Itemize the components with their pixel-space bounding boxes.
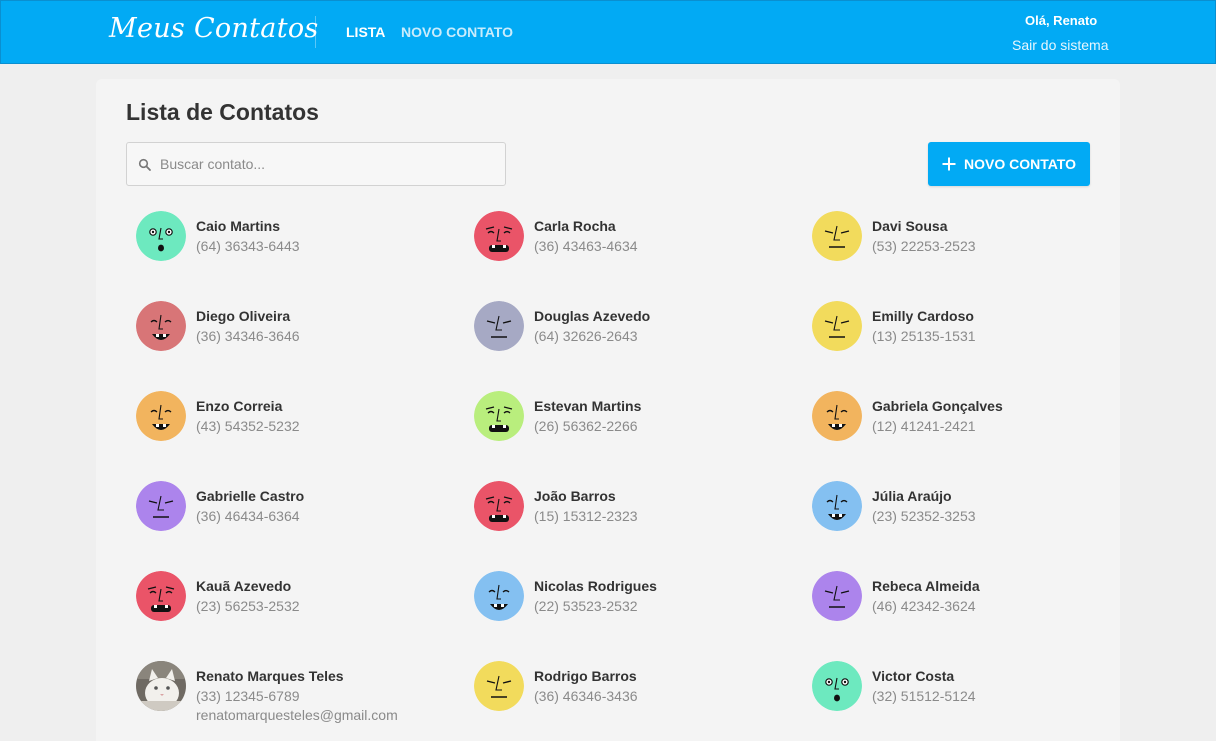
- new-contact-button[interactable]: NOVO CONTATO: [928, 142, 1090, 186]
- contact-card[interactable]: Enzo Correia (43) 54352-5232: [136, 391, 456, 471]
- user-greeting: Olá, Renato: [1025, 13, 1098, 28]
- contact-name: Gabrielle Castro: [196, 488, 305, 504]
- contact-phone: (64) 36343-6443: [196, 238, 300, 254]
- contact-card[interactable]: Diego Oliveira (36) 34346-3646: [136, 301, 456, 381]
- contact-card[interactable]: João Barros (15) 15312-2323: [474, 481, 794, 561]
- red-face-icon: [474, 211, 524, 261]
- contact-card[interactable]: Rebeca Almeida (46) 42342-3624: [812, 571, 1132, 651]
- contact-name: Emilly Cardoso: [872, 308, 974, 324]
- contact-phone: (43) 54352-5232: [196, 418, 300, 434]
- contact-name: Carla Rocha: [534, 218, 616, 234]
- nav-novo-contato-link[interactable]: NOVO CONTATO: [401, 24, 513, 40]
- contact-name: Rebeca Almeida: [872, 578, 980, 594]
- contact-phone: (23) 52352-3253: [872, 508, 976, 524]
- contact-name: Kauã Azevedo: [196, 578, 292, 594]
- contacts-card: Lista de Contatos NOVO CONTATO Caio Mart…: [96, 79, 1120, 741]
- purple-face-icon: [812, 571, 862, 621]
- red-face-icon: [474, 481, 524, 531]
- contact-name: Douglas Azevedo: [534, 308, 651, 324]
- contact-name: Estevan Martins: [534, 398, 642, 414]
- lime-face-icon: [474, 391, 524, 441]
- new-contact-button-label: NOVO CONTATO: [964, 156, 1076, 172]
- page-title: Lista de Contatos: [126, 99, 319, 125]
- brand-logo[interactable]: Meus Contatos: [109, 13, 319, 44]
- purple-face-icon: [136, 481, 186, 531]
- contact-phone: (22) 53523-2532: [534, 598, 638, 614]
- contact-phone: (13) 25135-1531: [872, 328, 976, 344]
- contact-card[interactable]: Nicolas Rodrigues (22) 53523-2532: [474, 571, 794, 651]
- contact-card[interactable]: Emilly Cardoso (13) 25135-1531: [812, 301, 1132, 381]
- contact-name: Renato Marques Teles: [196, 668, 344, 684]
- contact-phone: (12) 41241-2421: [872, 418, 976, 434]
- contact-phone: (15) 15312-2323: [534, 508, 638, 524]
- contact-phone: (53) 22253-2523: [872, 238, 976, 254]
- search-icon: [138, 158, 151, 171]
- nav-lista-link[interactable]: LISTA: [346, 24, 385, 40]
- blue-face-icon: [474, 571, 524, 621]
- contact-card[interactable]: Renato Marques Teles (33) 12345-6789 renat…: [136, 661, 456, 741]
- contact-card[interactable]: Davi Sousa (53) 22253-2523: [812, 211, 1132, 291]
- navbar-divider: [315, 16, 316, 48]
- contact-name: Júlia Araújo: [872, 488, 952, 504]
- plus-icon: [942, 157, 956, 171]
- contact-name: Enzo Correia: [196, 398, 283, 414]
- mint-face-icon: [136, 211, 186, 261]
- search-input[interactable]: [160, 143, 500, 185]
- orange-face-icon: [136, 391, 186, 441]
- contact-phone: (36) 46434-6364: [196, 508, 300, 524]
- contact-name: Rodrigo Barros: [534, 668, 637, 684]
- contact-phone: (23) 56253-2532: [196, 598, 300, 614]
- contact-card[interactable]: Júlia Araújo (23) 52352-3253: [812, 481, 1132, 561]
- yellow-face-icon: [474, 661, 524, 711]
- cat-photo-avatar: [136, 661, 186, 711]
- contact-card[interactable]: Victor Costa (32) 51512-5124: [812, 661, 1132, 741]
- contact-phone: (36) 34346-3646: [196, 328, 300, 344]
- yellow-face-icon: [812, 211, 862, 261]
- contact-card[interactable]: Gabrielle Castro (36) 46434-6364: [136, 481, 456, 561]
- contact-name: Gabriela Gonçalves: [872, 398, 1003, 414]
- contact-phone: (33) 12345-6789: [196, 688, 300, 704]
- contact-name: João Barros: [534, 488, 616, 504]
- contact-phone: (36) 43463-4634: [534, 238, 638, 254]
- logout-link[interactable]: Sair do sistema: [1012, 37, 1108, 53]
- contact-card[interactable]: Carla Rocha (36) 43463-4634: [474, 211, 794, 291]
- top-navbar: Meus Contatos LISTA NOVO CONTATO Olá, Re…: [0, 0, 1216, 64]
- contact-card[interactable]: Gabriela Gonçalves (12) 41241-2421: [812, 391, 1132, 471]
- contact-name: Victor Costa: [872, 668, 955, 684]
- contact-phone: (36) 46346-3436: [534, 688, 638, 704]
- red-face-icon: [136, 571, 186, 621]
- search-box[interactable]: [126, 142, 506, 186]
- yellow-face-icon: [812, 301, 862, 351]
- contact-phone: (64) 32626-2643: [534, 328, 638, 344]
- contact-name: Diego Oliveira: [196, 308, 291, 324]
- contact-card[interactable]: Rodrigo Barros (36) 46346-3436: [474, 661, 794, 741]
- orange-face-icon: [812, 391, 862, 441]
- blue-face-icon: [812, 481, 862, 531]
- contact-name: Davi Sousa: [872, 218, 948, 234]
- contact-card[interactable]: Kauã Azevedo (23) 56253-2532: [136, 571, 456, 651]
- contact-card[interactable]: Douglas Azevedo (64) 32626-2643: [474, 301, 794, 381]
- contact-phone: (32) 51512-5124: [872, 688, 976, 704]
- contact-name: Nicolas Rodrigues: [534, 578, 657, 594]
- mint-face-icon: [812, 661, 862, 711]
- contact-card[interactable]: Caio Martins (64) 36343-6443: [136, 211, 456, 291]
- rose-face-icon: [136, 301, 186, 351]
- contact-card[interactable]: Estevan Martins (26) 56362-2266: [474, 391, 794, 471]
- slate-face-icon: [474, 301, 524, 351]
- contact-email: renatomarquesteles@gmail.com: [196, 707, 398, 723]
- contact-phone: (26) 56362-2266: [534, 418, 638, 434]
- contact-name: Caio Martins: [196, 218, 281, 234]
- contact-phone: (46) 42342-3624: [872, 598, 976, 614]
